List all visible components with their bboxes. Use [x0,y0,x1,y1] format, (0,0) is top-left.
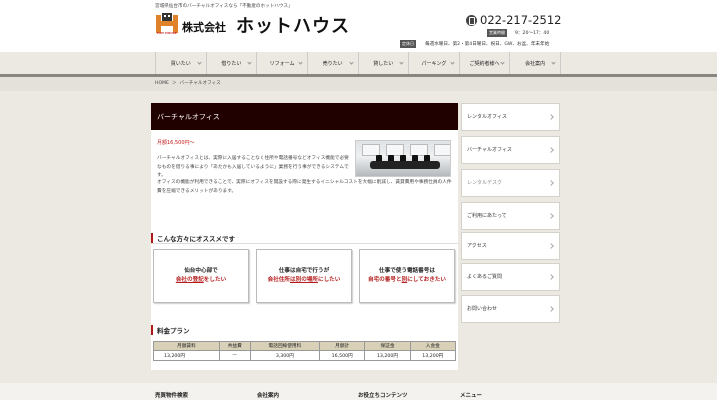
recommend-divider [151,243,458,244]
office-photo [355,140,451,177]
nav-contractors[interactable]: ご契約者様へ [458,52,510,74]
card-line1: 仙台中心部で [184,268,218,274]
table-row: 13,200円 — 3,300円 16,500円 13,200円 13,200円 [153,350,457,361]
hours-badge: 営業時間 [487,29,507,37]
card-line2: 会社住所は別の場所にしたい [267,277,341,283]
column-header: 共益費 [218,341,251,351]
sidebar-item-rental-office[interactable]: レンタルオフィス [461,103,560,131]
footer-company[interactable]: 会社案内 [257,391,279,399]
nav-buy[interactable]: 買いたい [155,52,206,74]
holiday-badge: 定休日 [400,40,416,48]
sidebar-item-contact[interactable]: お問い合わせ [461,295,560,323]
table-cell: 13,200円 [153,350,220,361]
table-header-row: 月額賃料 共益費 電話回線使用料 月額計 保証金 入会金 [153,341,457,351]
nav-company[interactable]: 会社案内 [509,52,561,74]
pricing-heading: 料金プラン [151,325,190,335]
footer-menu[interactable]: メニュー [460,391,482,399]
column-header: 保証金 [364,341,411,351]
card-line1: 仕事で使う電話番号は [379,268,435,274]
card-line2: 会社の登記をしたい [175,277,227,283]
page-title: バーチャルオフィス [157,113,220,121]
footer-property-search[interactable]: 売買物件検索 [155,391,188,399]
sidebar-item-usage[interactable]: ご利用にあたって [461,202,560,230]
nav-reform[interactable]: リフォーム [256,52,307,74]
table-cell: 13,200円 [409,350,457,361]
recommend-card-phone: 仕事で使う電話番号は 自宅の番号と別にしておきたい [359,249,455,303]
column-header: 月額計 [319,341,366,351]
breadcrumb-separator: ＞ [171,81,177,86]
site-tagline: 宮城県仙台市のバーチャルオフィスなら「不動産のホットハウス」 [155,4,293,9]
sidebar-item-virtual-office[interactable]: バーチャルオフィス [461,136,560,164]
description-text: バーチャルオフィスとは、実際に入居することなく住所や電話番号などオフィス機能で必… [157,156,349,178]
table-cell: 3,300円 [249,350,321,361]
sidebar-item-rental-desk[interactable]: レンタルデスク [461,169,560,197]
breadcrumb-bar [0,77,717,91]
column-header: 電話回線使用料 [249,341,321,351]
logo-subtext: HOT HOUSE [157,31,177,35]
breadcrumb-home[interactable]: HOME [155,81,169,86]
site-header [0,0,717,52]
pricing-table: 月額賃料 共益費 電話回線使用料 月額計 保証金 入会金 13,200円 — 3… [153,341,457,361]
phone-icon [466,15,477,26]
column-header: 月額賃料 [153,341,220,351]
description-text-2: オフィスの機能が利用できることで、実際にオフィスを開設する際に発生するイニシャル… [157,180,452,194]
nav-rent[interactable]: 借りたい [205,52,257,74]
card-line1: 仕事は自宅で行うが [278,268,330,274]
business-hours: 9：20～17：40 [515,31,550,36]
recommend-card-address: 仕事は自宅で行うが 会社住所は別の場所にしたい [256,249,352,303]
phone-number[interactable]: 022-217-2512 [480,13,561,27]
sidebar-item-access[interactable]: アクセス [461,232,560,260]
price-from: 月額16,500円～ [157,140,195,146]
footer-useful-content[interactable]: お役立ちコンテンツ [358,391,408,399]
table-cell: — [218,350,251,361]
nav-sell[interactable]: 売りたい [306,52,358,74]
recommend-heading: こんな方々にオススメです [151,233,235,243]
table-cell: 13,200円 [364,350,411,361]
breadcrumb: HOME ＞バーチャルオフィス [155,80,221,86]
nav-lend[interactable]: 貸したい [357,52,409,74]
column-header: 入会金 [409,341,457,351]
sidebar-item-faq[interactable]: よくあるご質問 [461,263,560,291]
table-cell: 16,500円 [319,350,366,361]
main-nav: 買いたい 借りたい リフォーム 売りたい 貸したい パーキング ご契約者様へ 会… [155,52,561,74]
holidays-text: 毎週水曜日、第2・第4日曜日、祝日、GW、お盆、年末年始 [425,42,550,47]
logo-company-prefix[interactable]: 株式会社 [182,19,226,35]
nav-parking[interactable]: パーキング [408,52,459,74]
card-line2: 自宅の番号と別にしておきたい [367,277,446,283]
recommend-card-registration: 仙台中心部で 会社の登記をしたい [153,249,249,303]
logo-company-name[interactable]: ホットハウス [236,12,350,38]
breadcrumb-current: バーチャルオフィス [179,81,221,86]
